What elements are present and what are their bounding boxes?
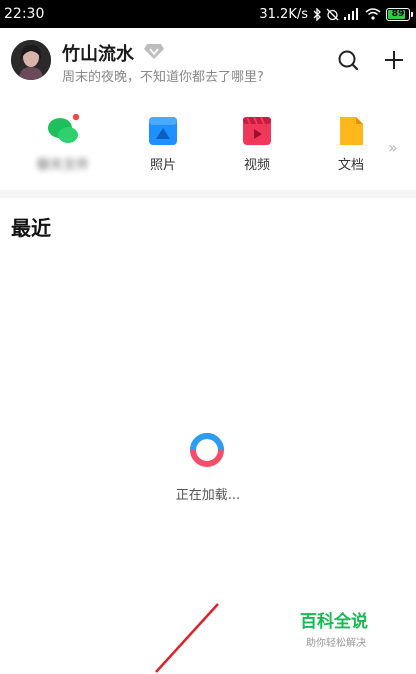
header: 竹山流水 周末的夜晚，不知道你都去了哪里? [0,28,416,92]
quick-label-photos: 照片 [149,158,176,173]
document-icon [340,117,363,145]
quick-item-photos[interactable]: 照片 [123,108,203,178]
net-speed: 31.2K/s [259,6,308,22]
user-name[interactable]: 竹山流水 [62,40,134,66]
watermark-subtitle: 助你轻松解决 [306,638,366,649]
quick-item-videos[interactable]: 视频 [217,108,297,178]
quick-item-documents[interactable]: 文档 [311,108,391,178]
chat-bubbles-icon [48,114,80,143]
status-bar: 22:30 31.2K/s 89 [0,0,416,28]
quick-access-row: 聊天文件 照片 视频 文档 ›› [0,108,416,188]
quick-label-videos: 视频 [243,158,270,173]
status-icons: 31.2K/s 89 [259,6,413,22]
watermark-title: 百科全说 [300,612,368,632]
loading-spinner-icon [190,433,224,467]
more-arrow-icon[interactable]: ›› [388,138,398,157]
signal-icon [344,8,358,20]
loading-text: 正在加载... [175,488,241,503]
vip-diamond-icon[interactable] [143,42,165,60]
add-icon[interactable] [382,48,406,72]
avatar[interactable] [11,40,51,80]
watermark: 百科全说 助你轻松解决 [300,607,368,649]
annotation-line [155,603,219,673]
quick-item-chat-files[interactable]: 聊天文件 [23,108,103,178]
section-title-recent: 最近 [11,216,51,240]
bluetooth-icon [313,7,321,21]
battery-level: 89 [391,9,405,19]
quick-label-documents: 文档 [337,158,364,173]
photo-icon [149,117,177,145]
search-icon[interactable] [336,48,360,72]
alarm-off-icon [326,8,339,20]
user-motto[interactable]: 周末的夜晚，不知道你都去了哪里? [62,66,264,85]
wifi-icon [365,8,381,20]
quick-label-chat-files: 聊天文件 [36,158,89,173]
video-icon [243,116,271,145]
battery-icon: 89 [386,7,413,21]
section-divider [0,190,416,198]
status-time: 22:30 [4,6,45,22]
